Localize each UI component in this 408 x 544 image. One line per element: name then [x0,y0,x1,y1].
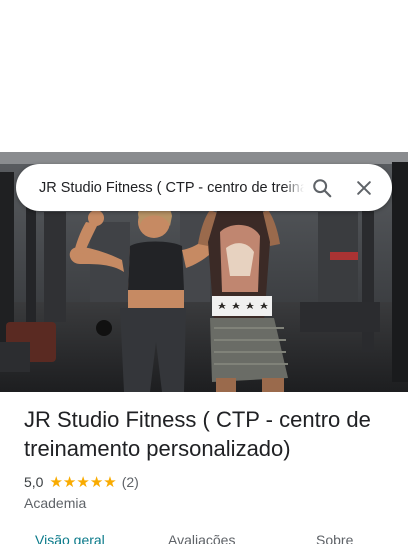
tab-about[interactable]: Sobre [316,532,353,544]
rating-row[interactable]: 5,0 ★ ★ ★ ★ ★ (2) [24,474,392,490]
search-bar[interactable]: JR Studio Fitness ( CTP - centro de trei… [16,164,392,211]
rating-value: 5,0 [24,474,44,490]
clear-search-button[interactable] [346,170,382,206]
place-tabs: Visão geral Avaliações Sobre [0,530,408,544]
tab-reviews[interactable]: Avaliações [168,532,235,544]
star-icon: ★ [76,473,90,491]
tab-overview[interactable]: Visão geral [35,532,105,544]
search-input[interactable]: JR Studio Fitness ( CTP - centro de trei… [39,180,304,196]
close-icon [357,180,371,195]
place-category: Academia [24,495,87,511]
place-title: JR Studio Fitness ( CTP - centro de trei… [24,407,371,461]
star-icon: ★ [103,473,117,491]
star-rating: ★ ★ ★ ★ ★ [49,475,116,490]
star-icon: ★ [89,473,104,491]
place-details-page: JR Studio Fitness ( CTP - centro de trei… [0,0,408,544]
search-button[interactable] [304,170,340,206]
place-info: JR Studio Fitness ( CTP - centro de trei… [24,405,392,511]
review-count[interactable]: (2) [122,474,139,490]
star-icon: ★ [62,473,77,491]
search-icon [313,178,332,197]
star-icon: ★ [49,473,63,491]
